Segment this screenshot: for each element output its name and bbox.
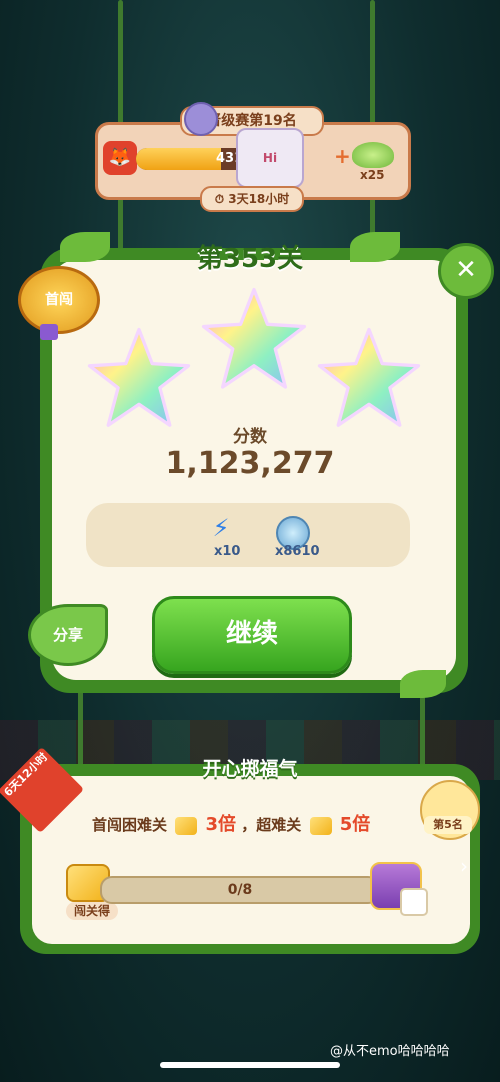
coin-count: x8610 bbox=[275, 544, 320, 559]
dice-icon bbox=[400, 888, 428, 916]
watermark: @从不emo哈哈哈哈 bbox=[330, 1044, 450, 1059]
share-button[interactable]: 分享 bbox=[28, 604, 108, 666]
fox-avatar-icon: 🦊 bbox=[103, 141, 137, 175]
cheese-icon bbox=[175, 816, 198, 835]
vine bbox=[78, 690, 83, 770]
lightning-bolt-icon: ⚡ bbox=[212, 514, 230, 542]
rewards-box bbox=[86, 503, 410, 567]
star-icon bbox=[201, 287, 307, 389]
leaf-decoration bbox=[350, 232, 400, 262]
event-multiplier-super-hard: 5倍 bbox=[339, 814, 371, 835]
medal-icon bbox=[184, 102, 218, 136]
continue-button[interactable]: 继续 bbox=[152, 596, 352, 674]
cheese-label: 闯关得 bbox=[66, 902, 118, 920]
timer-text: 3天18小时 bbox=[228, 192, 290, 206]
plus-icon: + bbox=[334, 144, 351, 168]
event-description: 首闯困难关 3倍 ，超难关 5倍 bbox=[92, 810, 422, 836]
rank-label: 第5名 bbox=[424, 816, 472, 834]
chevron-right-icon[interactable]: › bbox=[460, 854, 468, 878]
reward-count: x25 bbox=[360, 168, 385, 182]
event-progress-text: 0/8 bbox=[227, 882, 253, 898]
league-timer: ⏱ 3天18小时 bbox=[200, 186, 304, 212]
event-progress-bar: 0/8 bbox=[100, 876, 380, 904]
vine bbox=[420, 690, 425, 770]
level-title: 第353关 bbox=[196, 244, 304, 274]
leaf-decoration bbox=[400, 670, 446, 698]
leaf-decoration bbox=[60, 232, 110, 262]
bolt-count: x10 bbox=[214, 544, 241, 559]
event-desc-mid: ，超难关 bbox=[241, 816, 302, 834]
star-icon bbox=[87, 327, 191, 427]
close-button[interactable]: ✕ bbox=[438, 243, 494, 299]
event-desc-prefix: 首闯困难关 bbox=[92, 816, 168, 834]
score-value: 1,123,277 bbox=[165, 446, 335, 481]
home-indicator bbox=[160, 1062, 340, 1068]
cheese-icon bbox=[309, 816, 332, 835]
event-title: 开心掷福气 bbox=[202, 758, 298, 780]
event-multiplier-hard: 3倍 bbox=[205, 814, 237, 835]
score-label: 分数 bbox=[233, 427, 267, 447]
ingot-reward-icon bbox=[352, 142, 394, 168]
star-icon bbox=[317, 327, 421, 427]
greeting-card-icon[interactable]: Hi bbox=[236, 128, 304, 188]
gift-icon bbox=[40, 324, 58, 340]
